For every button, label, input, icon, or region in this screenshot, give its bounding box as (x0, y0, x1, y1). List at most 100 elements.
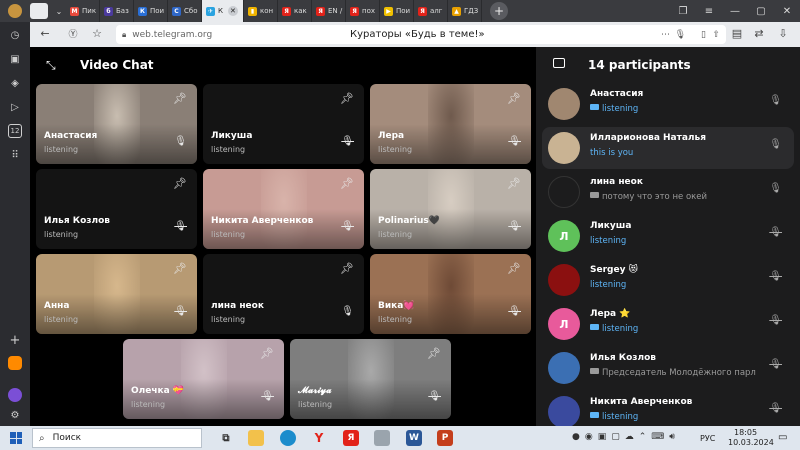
mic-icon[interactable]: 🎙︎ (769, 183, 782, 194)
participant-row[interactable]: Илья Козлов Председатель Молодёжного парл… (542, 347, 794, 389)
browser-tab[interactable]: К Пои (134, 0, 168, 22)
pin-icon[interactable]: 📌︎ (260, 347, 274, 360)
video-tile[interactable]: 📌︎ Олечка 💝 listening 🎙︎ (123, 339, 284, 419)
taskbar-search[interactable]: ⌕ Поиск (32, 428, 202, 448)
browser-tab[interactable]: ✈ К ✕ (202, 0, 244, 22)
url-field[interactable]: 🔒︎ web.telegram.org Кураторы «Будь в тем… (116, 25, 726, 44)
participant-status: listening (602, 324, 639, 334)
video-tile[interactable]: 📌︎ Анна listening 🎙︎ (36, 254, 197, 334)
edge-icon[interactable] (280, 430, 296, 446)
browser-tab[interactable]: Я EN / (312, 0, 346, 22)
browser-tab[interactable]: М Пик (66, 0, 100, 22)
yandex-icon[interactable]: Ⓨ (66, 27, 80, 40)
settings-icon[interactable]: ⚙ (8, 408, 22, 422)
tabs-overview-icon[interactable]: ❐ (670, 6, 696, 17)
collapse-icon[interactable]: ⤡ (46, 58, 56, 73)
pin-icon[interactable]: 📌︎ (340, 177, 354, 190)
clock-date[interactable]: 10.03.2024 (728, 438, 774, 447)
powerpoint-icon[interactable]: P (437, 430, 453, 446)
menu-icon[interactable]: ≡ (696, 6, 722, 17)
language-indicator[interactable]: РУС (700, 434, 715, 443)
calendar-icon[interactable]: 12 (8, 124, 22, 138)
maximize-icon[interactable]: ▢ (748, 6, 774, 17)
participant-row[interactable]: Л Лера ⭐ listening 🎙︎ (542, 303, 794, 345)
apps-icon[interactable]: ⠿ (8, 148, 22, 162)
alice-icon[interactable] (8, 388, 22, 402)
browser-tab[interactable]: б Баз (100, 0, 134, 22)
pin-icon[interactable]: 📌︎ (173, 262, 187, 275)
yandex-icon[interactable]: Я (343, 430, 359, 446)
bookmark-list-icon[interactable]: ☆ (90, 27, 104, 40)
browser-tab[interactable]: С Сбо (168, 0, 202, 22)
participant-row[interactable]: лина неок потому что это не окей 🎙︎ (542, 171, 794, 213)
reader-icon[interactable]: ▤ (730, 27, 744, 40)
pin-icon[interactable]: 📌︎ (173, 92, 187, 105)
market-icon[interactable] (8, 356, 22, 370)
video-tile[interactable]: 📌︎ 𝓜𝓪𝓻𝓲𝔂𝓪 listening 🎙︎ (290, 339, 451, 419)
bookmark-icon[interactable]: ▯ (701, 30, 706, 40)
video-tile[interactable]: 📌︎ Лера listening 🎙︎ (370, 84, 531, 164)
minimize-icon[interactable]: — (722, 6, 748, 17)
tab-list-button[interactable] (30, 3, 48, 19)
notes-icon[interactable] (374, 430, 390, 446)
mic-muted-icon[interactable]: 🎙︎ (769, 271, 782, 282)
share-icon[interactable]: ⇧ (712, 30, 720, 40)
participant-row[interactable]: Илларионова Наталья this is you 🎙︎ (542, 127, 794, 169)
video-tile[interactable]: 📌︎ Никита Аверченков listening 🎙︎ (203, 169, 364, 249)
more-icon[interactable]: ⋯ (661, 30, 670, 40)
tab-dropdown-icon[interactable]: ⌄ (52, 7, 66, 16)
new-tab-button[interactable]: + (490, 2, 508, 20)
zen-icon[interactable]: ◈ (8, 76, 22, 90)
clock-time[interactable]: 18:05 (734, 428, 757, 437)
back-arrow-icon[interactable]: ← (38, 27, 52, 40)
downloads-icon[interactable]: ⇩ (776, 27, 790, 40)
pin-icon[interactable]: 📌︎ (340, 262, 354, 275)
add-panel-icon[interactable]: + (8, 333, 22, 348)
mic-muted-icon[interactable]: 🎙︎ (769, 315, 782, 326)
task-view-icon[interactable]: ⧉ (218, 430, 234, 446)
close-window-icon[interactable]: ✕ (774, 6, 800, 17)
browser-profile-icon[interactable] (0, 0, 30, 22)
mic-muted-icon[interactable]: 🎙︎ (769, 359, 782, 370)
pin-icon[interactable]: 📌︎ (507, 262, 521, 275)
browser-tab[interactable]: Якак (278, 0, 312, 22)
video-tile[interactable]: 📌︎ Вика💓 listening 🎙︎ (370, 254, 531, 334)
play-icon[interactable]: ▷ (8, 100, 22, 114)
voice-icon[interactable]: 🎙︎ (675, 30, 686, 40)
translate-icon[interactable]: ⇄ (752, 27, 766, 40)
participant-row[interactable]: Sergey 😻 listening 🎙︎ (542, 259, 794, 301)
video-tile[interactable]: 📌︎ Ликуша listening 🎙︎ (203, 84, 364, 164)
pin-icon[interactable]: 📌︎ (507, 177, 521, 190)
mic-icon: 🎙︎ (174, 136, 187, 147)
browser-tab[interactable]: ▲ ГДЗ (448, 0, 482, 22)
notifications-icon[interactable]: ▭ (778, 432, 787, 443)
pin-icon[interactable]: 📌︎ (173, 177, 187, 190)
pin-icon[interactable]: 📌︎ (427, 347, 441, 360)
system-tray[interactable]: ● ◉ ▣ ▢ ☁ ⌃ ⌨ 🔊︎ (572, 432, 675, 442)
pin-icon[interactable]: 📌︎ (340, 92, 354, 105)
mic-muted-icon[interactable]: 🎙︎ (769, 403, 782, 414)
tile-name: Лера (378, 131, 405, 141)
sidebar-toggle-icon[interactable] (553, 58, 565, 68)
collections-icon[interactable]: ▣ (8, 52, 22, 66)
video-tile[interactable]: 📌︎ Анастасия listening 🎙︎ (36, 84, 197, 164)
browser-tab[interactable]: ▶ Пои (380, 0, 414, 22)
browser-tab[interactable]: Яалг (414, 0, 448, 22)
mic-icon[interactable]: 🎙︎ (769, 95, 782, 106)
mic-muted-icon[interactable]: 🎙︎ (769, 227, 782, 238)
participant-row[interactable]: Л Ликуша listening 🎙︎ (542, 215, 794, 257)
yandex-browser-icon[interactable]: Y (311, 430, 327, 446)
video-tile[interactable]: 📌︎ Polinarius🖤 listening 🎙︎ (370, 169, 531, 249)
video-tile[interactable]: 📌︎ лина неок listening 🎙︎ (203, 254, 364, 334)
tab-close-icon[interactable]: ✕ (227, 6, 238, 16)
browser-tab[interactable]: ▮ кон (244, 0, 278, 22)
mic-icon[interactable]: 🎙︎ (769, 139, 782, 150)
browser-tab[interactable]: Япох (346, 0, 380, 22)
video-tile[interactable]: 📌︎ Илья Козлов listening 🎙︎ (36, 169, 197, 249)
explorer-icon[interactable] (248, 430, 264, 446)
start-icon[interactable] (10, 432, 22, 444)
word-icon[interactable]: W (406, 430, 422, 446)
history-icon[interactable]: ◷ (8, 28, 22, 42)
pin-icon[interactable]: 📌︎ (507, 92, 521, 105)
participant-row[interactable]: Анастасия listening 🎙︎ (542, 83, 794, 125)
